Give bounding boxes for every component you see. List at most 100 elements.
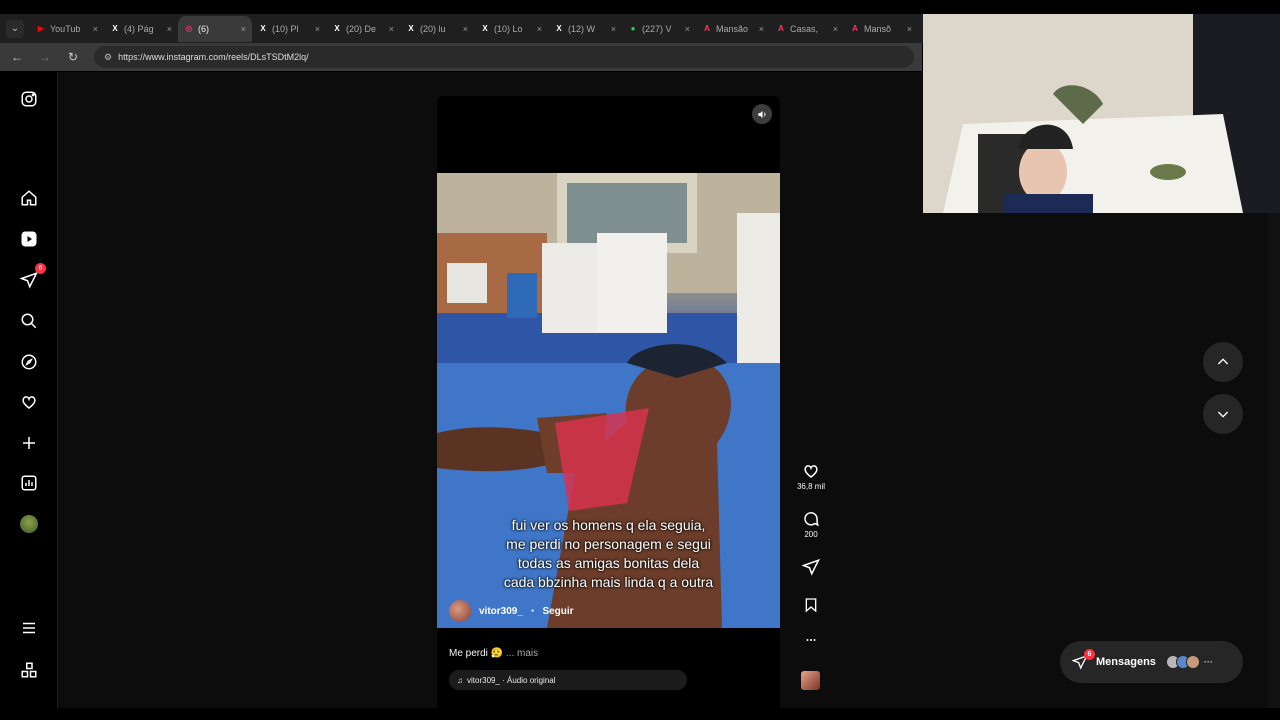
music-note-icon: ♫ xyxy=(457,675,463,685)
more-options-button[interactable] xyxy=(795,634,827,648)
browser-tab[interactable]: X (4) Pág × xyxy=(104,16,178,42)
comment-button[interactable]: 200 xyxy=(795,510,827,539)
tab-title: (227) V xyxy=(642,23,672,34)
tab-title: Mansão xyxy=(716,23,749,34)
reload-icon[interactable]: ↻ xyxy=(66,50,80,64)
browser-tab[interactable]: A Mansão × xyxy=(696,16,770,42)
search-icon[interactable] xyxy=(18,310,40,332)
browser-tab[interactable]: A Mansõ × xyxy=(844,16,918,42)
close-tab-icon[interactable]: × xyxy=(93,24,98,34)
page-scrollbar[interactable] xyxy=(1268,213,1280,708)
sound-toggle-icon[interactable] xyxy=(752,104,772,124)
previous-reel-button[interactable] xyxy=(1203,342,1243,382)
more-dots-icon: ··· xyxy=(1203,657,1213,667)
tab-list: ▶ YouTub × X (4) Pág × ◎ (6) × X (10) Pl × X (20) De ×… xyxy=(30,15,918,42)
back-icon[interactable]: ← xyxy=(10,50,24,64)
contact-avatar xyxy=(1185,655,1200,669)
close-tab-icon[interactable]: × xyxy=(167,24,172,34)
audio-pill[interactable]: ♫ vitor309_ · Áudio original xyxy=(449,670,687,690)
close-tab-icon[interactable]: × xyxy=(315,24,320,34)
browser-tab[interactable]: X (10) Lo × xyxy=(474,16,548,42)
more-dots-icon xyxy=(806,639,816,641)
airbnb-icon: A xyxy=(704,24,710,33)
like-count: 36,8 mil xyxy=(796,482,825,491)
close-tab-icon[interactable]: × xyxy=(537,24,542,34)
tab-title: YouTub xyxy=(50,23,81,34)
save-button[interactable] xyxy=(795,596,827,616)
airbnb-icon: A xyxy=(778,24,784,33)
more-link[interactable]: ... mais xyxy=(506,648,538,659)
instagram-logo-icon[interactable] xyxy=(18,88,40,110)
browser-tab[interactable]: ▶ YouTub × xyxy=(30,16,104,42)
create-plus-icon[interactable] xyxy=(18,432,40,454)
browser-tab[interactable]: X (20) lu × xyxy=(400,16,474,42)
browser-tab[interactable]: ◎ (6) × xyxy=(178,15,252,42)
reels-icon[interactable] xyxy=(18,228,40,250)
close-tab-icon[interactable]: × xyxy=(389,24,394,34)
x-icon: X xyxy=(260,24,266,33)
direct-messages-icon[interactable]: 6 xyxy=(18,263,46,291)
browser-tab[interactable]: X (12) W × xyxy=(548,16,622,42)
also-from-meta-icon[interactable] xyxy=(18,659,40,681)
x-icon: X xyxy=(334,24,340,33)
heart-icon xyxy=(804,465,818,478)
separator-dot: • xyxy=(530,605,535,617)
comment-icon xyxy=(804,512,819,527)
follow-button[interactable]: Seguir xyxy=(542,606,573,617)
notification-badge: 6 xyxy=(35,263,46,274)
tab-title: (10) Lo xyxy=(494,23,523,34)
menu-hamburger-icon[interactable] xyxy=(18,617,40,639)
tab-title: (10) Pl xyxy=(272,23,299,34)
reel-description: Me perdi 😮‍💨 ... mais xyxy=(449,648,538,659)
explore-icon[interactable] xyxy=(18,351,40,373)
caption-line: fui ver os homens q ela seguia, xyxy=(511,517,706,533)
messages-badge: 6 xyxy=(1084,649,1095,660)
like-button[interactable]: 36,8 mil xyxy=(795,462,827,491)
messages-button[interactable]: 6 Mensagens ··· xyxy=(1060,641,1243,683)
dashboard-icon[interactable] xyxy=(18,472,40,494)
owner-avatar[interactable] xyxy=(449,600,471,622)
bookmark-icon xyxy=(805,598,817,613)
next-reel-button[interactable] xyxy=(1203,394,1243,434)
tab-title: (4) Pág xyxy=(124,23,154,34)
close-tab-icon[interactable]: × xyxy=(759,24,764,34)
tab-search-button[interactable]: ⌄ xyxy=(6,19,24,38)
chevron-up-icon xyxy=(1217,358,1229,365)
browser-tab[interactable]: X (20) De × xyxy=(326,16,400,42)
site-info-icon[interactable]: ⚙ xyxy=(104,52,112,63)
browser-tab[interactable]: ● (227) V × xyxy=(622,16,696,42)
url-field[interactable]: ⚙ https://www.instagram.com/reels/DLsTSD… xyxy=(94,46,914,68)
share-button[interactable] xyxy=(795,558,827,578)
audio-thumbnail[interactable] xyxy=(801,671,820,690)
x-icon: X xyxy=(112,24,118,33)
sidebar: 6 xyxy=(0,72,58,708)
url-text: https://www.instagram.com/reels/DLsTSDtM… xyxy=(118,52,309,62)
webcam-overlay xyxy=(923,14,1280,213)
x-icon: X xyxy=(408,24,414,33)
close-tab-icon[interactable]: × xyxy=(685,24,690,34)
close-tab-icon[interactable]: × xyxy=(611,24,616,34)
close-tab-icon[interactable]: × xyxy=(907,24,912,34)
close-tab-icon[interactable]: × xyxy=(241,24,246,34)
share-icon xyxy=(802,558,820,576)
video-caption: fui ver os homens q ela seguia, me perdi… xyxy=(457,516,760,592)
audio-label: vitor309_ · Áudio original xyxy=(467,675,556,685)
notifications-heart-icon[interactable] xyxy=(18,391,40,413)
caption-line: todas as amigas bonitas dela xyxy=(517,555,700,571)
tab-title: (12) W xyxy=(568,23,595,34)
profile-avatar[interactable] xyxy=(18,513,40,535)
x-icon: X xyxy=(556,24,562,33)
home-icon[interactable] xyxy=(18,187,40,209)
close-tab-icon[interactable]: × xyxy=(833,24,838,34)
reel-video[interactable]: fui ver os homens q ela seguia, me perdi… xyxy=(437,173,780,628)
instagram-icon: ◎ xyxy=(185,24,193,33)
owner-username[interactable]: vitor309_ xyxy=(479,606,523,617)
reel-player[interactable]: fui ver os homens q ela seguia, me perdi… xyxy=(437,96,780,708)
browser-tab[interactable]: X (10) Pl × xyxy=(252,16,326,42)
whatsapp-icon: ● xyxy=(630,24,636,33)
messages-label: Mensagens xyxy=(1096,656,1156,668)
tab-title: (6) xyxy=(198,23,209,34)
forward-icon[interactable]: → xyxy=(38,50,52,64)
close-tab-icon[interactable]: × xyxy=(463,24,468,34)
browser-tab[interactable]: A Casas, × xyxy=(770,16,844,42)
